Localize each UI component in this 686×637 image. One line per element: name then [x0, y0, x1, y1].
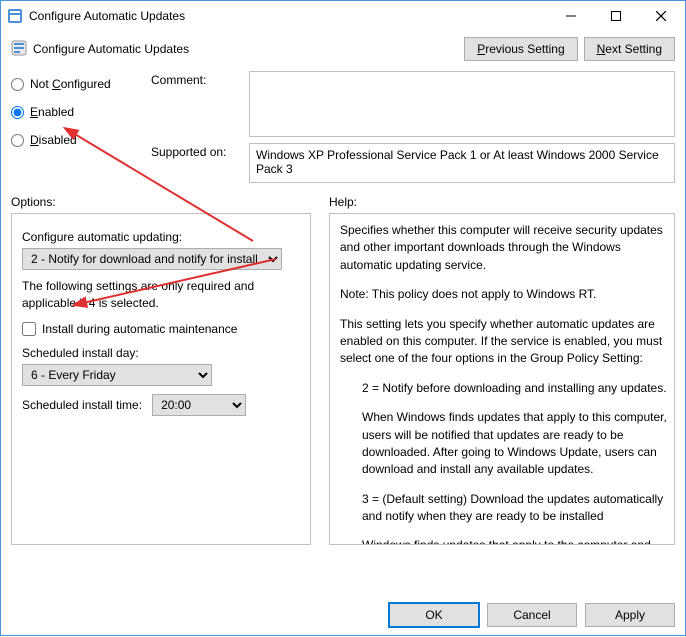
help-p1: Specifies whether this computer will rec…	[340, 222, 670, 274]
help-p4: 2 = Notify before downloading and instal…	[362, 380, 670, 397]
minimize-button[interactable]	[548, 2, 593, 30]
comment-row: Comment:	[151, 71, 675, 137]
help-panel[interactable]: Specifies whether this computer will rec…	[329, 213, 675, 545]
titlebar: Configure Automatic Updates	[1, 1, 685, 31]
policy-icon	[11, 40, 27, 59]
help-label: Help:	[329, 195, 357, 209]
ok-button[interactable]: OK	[389, 603, 479, 627]
next-setting-button[interactable]: Next Setting	[584, 37, 675, 61]
radio-not-configured[interactable]: Not Configured	[11, 77, 141, 91]
dialog-window: Configure Automatic Updates Configure Au…	[0, 0, 686, 636]
radio-not-configured-input[interactable]	[11, 78, 24, 91]
install-time-label: Scheduled install time:	[22, 398, 142, 412]
install-day-select[interactable]: 6 - Every Friday	[22, 364, 212, 386]
options-hint: The following settings are only required…	[22, 278, 300, 312]
supported-text: Windows XP Professional Service Pack 1 o…	[249, 143, 675, 183]
options-label: Options:	[11, 195, 311, 209]
install-day-label: Scheduled install day:	[22, 346, 300, 360]
apply-button[interactable]: Apply	[585, 603, 675, 627]
options-panel: Configure automatic updating: 2 - Notify…	[11, 213, 311, 545]
bottom-buttons: OK Cancel Apply	[1, 595, 685, 635]
comment-textarea[interactable]	[249, 71, 675, 137]
cancel-button[interactable]: Cancel	[487, 603, 577, 627]
help-p7: Windows finds updates that apply to the …	[362, 537, 670, 545]
install-time-select[interactable]: 20:00	[152, 394, 246, 416]
maximize-button[interactable]	[593, 2, 638, 30]
help-p6: 3 = (Default setting) Download the updat…	[362, 491, 670, 526]
configure-updating-select[interactable]: 2 - Notify for download and notify for i…	[22, 248, 282, 270]
help-p5: When Windows finds updates that apply to…	[362, 409, 670, 479]
help-p2: Note: This policy does not apply to Wind…	[340, 286, 670, 303]
install-maintenance-checkbox[interactable]	[22, 322, 36, 336]
app-icon	[7, 8, 23, 24]
previous-setting-button[interactable]: Previous Setting	[464, 37, 577, 61]
supported-row: Supported on: Windows XP Professional Se…	[151, 143, 675, 183]
supported-label: Supported on:	[151, 143, 243, 159]
window-title: Configure Automatic Updates	[29, 9, 548, 23]
close-button[interactable]	[638, 2, 683, 30]
subheader: Configure Automatic Updates Previous Set…	[1, 31, 685, 67]
install-maintenance-checkbox-row[interactable]: Install during automatic maintenance	[22, 322, 300, 336]
help-p3: This setting lets you specify whether au…	[340, 316, 670, 368]
state-radios: Not Configured Enabled Disabled	[11, 71, 141, 183]
radio-enabled[interactable]: Enabled	[11, 105, 141, 119]
upper-area: Not Configured Enabled Disabled Comment:…	[1, 67, 685, 189]
install-maintenance-label: Install during automatic maintenance	[42, 322, 237, 336]
radio-disabled[interactable]: Disabled	[11, 133, 141, 147]
panels: Configure automatic updating: 2 - Notify…	[1, 213, 685, 553]
configure-updating-label: Configure automatic updating:	[22, 230, 300, 244]
section-labels: Options: Help:	[1, 189, 685, 213]
radio-disabled-input[interactable]	[11, 134, 24, 147]
comment-label: Comment:	[151, 71, 243, 87]
policy-title: Configure Automatic Updates	[33, 42, 458, 56]
radio-enabled-input[interactable]	[11, 106, 24, 119]
